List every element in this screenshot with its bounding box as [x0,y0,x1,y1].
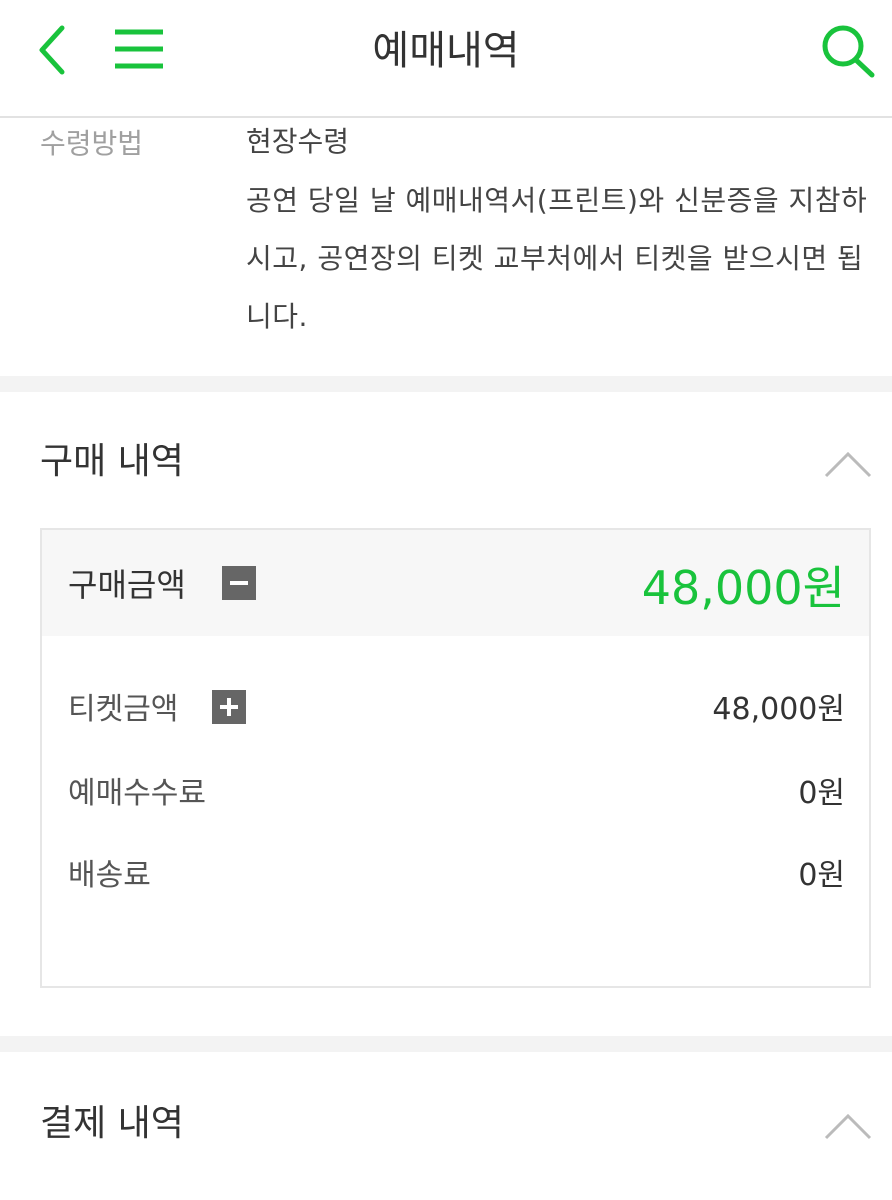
delivery-fee-value: 0원 [798,858,845,893]
payment-section-title: 결제 내역 [40,1103,184,1144]
section-divider [0,1036,892,1052]
section-divider [0,376,892,392]
chevron-up-icon[interactable] [824,1112,872,1142]
purchase-total-row: 구매금액 48,000원 [42,530,869,636]
delivery-fee-label: 배송료 [68,858,151,893]
ticket-price-value: 48,000원 [712,692,845,727]
collapse-minus-icon[interactable] [222,566,256,600]
list-item: 예매수수료 0원 [42,756,869,816]
ticket-price-label: 티켓금액 [68,692,179,727]
booking-fee-label: 예매수수료 [68,776,206,811]
purchase-section-title: 구매 내역 [40,441,184,482]
purchase-section-header[interactable]: 구매 내역 [0,404,892,514]
expand-plus-icon[interactable] [212,690,246,724]
booking-fee-value: 0원 [798,776,845,811]
top-app-bar: 예매내역 [0,0,892,118]
receive-method-label: 수령방법 [40,127,144,160]
receive-method-value: 현장수령 [246,125,350,158]
chevron-up-icon[interactable] [824,450,872,480]
purchase-total-label: 구매금액 [68,566,186,604]
receive-method-section: 수령방법 현장수령 공연 당일 날 예매내역서(프린트)와 신분증을 지참하시고… [0,118,892,376]
list-item: 배송료 0원 [42,838,869,898]
purchase-detail-box: 구매금액 48,000원 티켓금액 48,000원 예매수수료 0원 배송료 0… [40,528,871,988]
payment-section-header[interactable]: 결제 내역 [0,1066,892,1176]
receive-method-description: 공연 당일 날 예매내역서(프린트)와 신분증을 지참하시고, 공연장의 티켓 … [246,184,868,333]
page-title: 예매내역 [372,28,520,74]
purchase-total-amount: 48,000원 [641,561,845,615]
list-item: 티켓금액 48,000원 [42,672,869,732]
search-icon[interactable] [818,20,878,80]
